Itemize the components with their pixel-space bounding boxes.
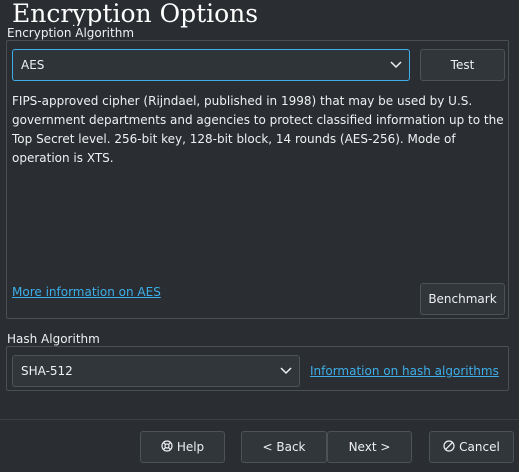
chevron-down-icon: [389, 50, 403, 80]
cancel-icon: [443, 433, 455, 463]
cancel-button[interactable]: Cancel: [429, 431, 514, 463]
more-info-aes-link[interactable]: More information on AES: [12, 285, 161, 299]
benchmark-button[interactable]: Benchmark: [420, 283, 505, 315]
footer-divider: [0, 419, 519, 420]
next-button[interactable]: Next >: [327, 431, 412, 463]
hash-algorithm-select[interactable]: SHA-512: [12, 355, 300, 387]
help-button-label: Help: [176, 440, 205, 454]
algorithm-description: FIPS-approved cipher (Rijndael, publishe…: [12, 94, 504, 165]
encryption-algorithm-group: [6, 40, 509, 319]
hash-algorithm-group-label: Hash Algorithm: [6, 332, 101, 346]
chevron-down-icon: [279, 356, 293, 386]
encryption-algorithm-value: AES: [21, 58, 45, 72]
test-button[interactable]: Test: [420, 49, 505, 81]
hash-algorithm-value: SHA-512: [21, 364, 73, 378]
cancel-button-label: Cancel: [459, 440, 500, 454]
help-icon: [161, 433, 173, 463]
back-button[interactable]: < Back: [241, 431, 327, 463]
hash-algorithms-info-link[interactable]: Information on hash algorithms: [310, 364, 499, 378]
encryption-algorithm-select[interactable]: AES: [12, 49, 410, 81]
help-button[interactable]: Help: [140, 431, 225, 463]
encryption-algorithm-group-label: Encryption Algorithm: [6, 26, 136, 40]
